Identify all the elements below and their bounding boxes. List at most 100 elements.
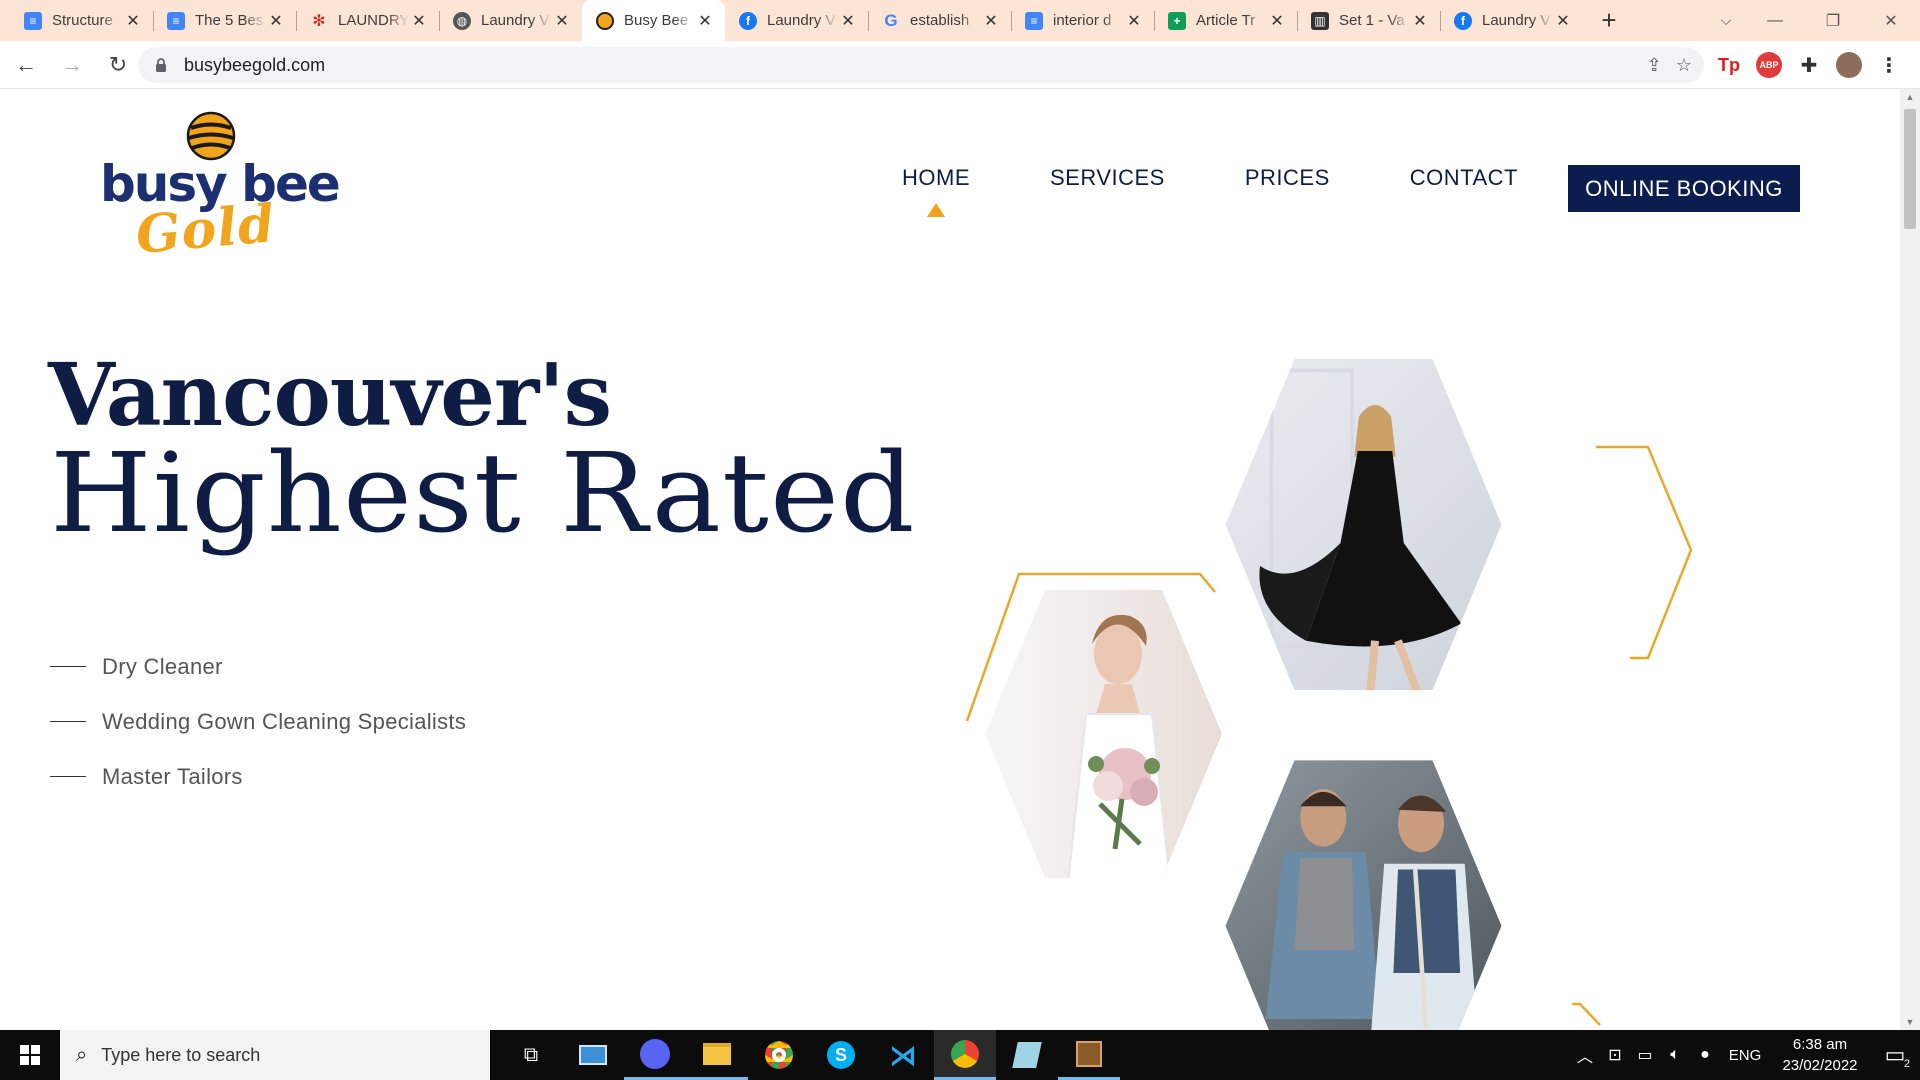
list-item: Master Tailors xyxy=(50,749,466,804)
task-view-icon[interactable]: ⧉ xyxy=(500,1044,562,1067)
tab-title: establish xyxy=(910,12,970,29)
close-icon[interactable]: ✕ xyxy=(1124,11,1144,31)
nav-services[interactable]: SERVICES xyxy=(1050,165,1165,191)
minimize-icon[interactable]: — xyxy=(1746,0,1804,41)
tab-laundry-facebook-2[interactable]: f Laundry V ✕ xyxy=(1440,0,1583,41)
puzzle-extensions-icon[interactable]: ✚ xyxy=(1796,52,1822,78)
tab-busy-bee[interactable]: Busy Bee ✕ xyxy=(582,0,725,41)
tab-establish[interactable]: G establish ✕ xyxy=(868,0,1011,41)
close-window-icon[interactable]: ✕ xyxy=(1862,0,1920,41)
google-sheets-icon: + xyxy=(1168,11,1186,30)
close-icon[interactable]: ✕ xyxy=(123,11,143,31)
hero-subtitle: Highest Rated xyxy=(50,429,916,557)
tab-structure[interactable]: ≡ Structure ✕ xyxy=(10,0,153,41)
close-icon[interactable]: ✕ xyxy=(552,11,572,31)
close-icon[interactable]: ✕ xyxy=(981,11,1001,31)
close-icon[interactable]: ✕ xyxy=(838,11,858,31)
yelp-icon: ✻ xyxy=(312,12,326,30)
page-scrollbar[interactable]: ▲ ▼ xyxy=(1900,89,1920,1030)
clock-date: 23/02/2022 xyxy=(1782,1057,1858,1074)
volume-icon[interactable]: 🔈︎ xyxy=(1660,1046,1690,1064)
tab-title: Laundry V xyxy=(767,12,836,29)
search-icon: ⌕ xyxy=(76,1043,88,1066)
bookmark-star-icon[interactable]: ☆ xyxy=(1676,55,1692,76)
nav-home[interactable]: HOME xyxy=(902,165,970,217)
google-docs-icon: ≡ xyxy=(1025,11,1043,30)
chrome-app-icon[interactable] xyxy=(748,1041,810,1069)
mail-app-icon[interactable] xyxy=(562,1045,624,1065)
network-icon[interactable]: ▭ xyxy=(1630,1045,1660,1065)
tab-laundry-yelp[interactable]: ✻ LAUNDRY ✕ xyxy=(296,0,439,41)
scrollbar-thumb[interactable] xyxy=(1904,109,1916,229)
notes-app-icon[interactable] xyxy=(996,1042,1058,1068)
notification-count: 2 xyxy=(1903,1058,1910,1070)
archive-app-icon[interactable] xyxy=(1058,1030,1120,1080)
scroll-up-icon[interactable]: ▲ xyxy=(1900,89,1920,105)
chrome-profile-app-icon[interactable] xyxy=(934,1030,996,1080)
tailor-fitting-photo xyxy=(1225,760,1502,1030)
close-icon[interactable]: ✕ xyxy=(266,11,286,31)
microphone-icon[interactable]: ● xyxy=(1690,1046,1720,1064)
nav-contact[interactable]: CONTACT xyxy=(1410,165,1518,191)
vscode-app-icon[interactable]: ⋊ xyxy=(872,1039,934,1072)
reload-icon[interactable]: ↻ xyxy=(98,45,138,85)
discord-app-icon[interactable] xyxy=(624,1030,686,1080)
main-nav: HOME SERVICES PRICES CONTACT xyxy=(902,165,1598,217)
tab-laundry-facebook[interactable]: f Laundry V ✕ xyxy=(725,0,868,41)
nav-prices[interactable]: PRICES xyxy=(1245,165,1330,191)
close-icon[interactable]: ✕ xyxy=(1553,11,1573,31)
tab-title: Laundry V xyxy=(1482,12,1551,29)
tp-extension-icon[interactable]: Tp xyxy=(1716,52,1742,78)
close-icon[interactable]: ✕ xyxy=(695,11,715,31)
back-arrow-icon[interactable]: ← xyxy=(6,45,46,85)
feature-text: Dry Cleaner xyxy=(102,653,223,679)
notification-center-icon[interactable]: ▭ 2 xyxy=(1870,1042,1920,1070)
tab-title: interior d xyxy=(1053,12,1112,29)
scroll-down-icon[interactable]: ▼ xyxy=(1900,1014,1920,1030)
tab-set-1[interactable]: ▥ Set 1 - Va ✕ xyxy=(1297,0,1440,41)
google-icon: G xyxy=(884,10,898,30)
new-tab-button[interactable]: + xyxy=(1589,0,1629,41)
tab-title: LAUNDRY xyxy=(338,12,409,29)
tab-title: Set 1 - Va xyxy=(1339,12,1405,29)
lock-icon[interactable] xyxy=(152,56,170,74)
share-icon[interactable]: ⇪ xyxy=(1647,55,1662,76)
clock-time: 6:38 am xyxy=(1792,1036,1848,1053)
web-page: busy bee Gold HOME SERVICES PRICES CONTA… xyxy=(0,89,1900,1030)
dash-icon xyxy=(50,665,86,668)
address-bar[interactable]: busybeegold.com ⇪ ☆ xyxy=(138,47,1704,83)
close-icon[interactable]: ✕ xyxy=(409,11,429,31)
dash-icon xyxy=(50,775,86,778)
kebab-menu-icon[interactable]: ⋮ xyxy=(1876,52,1902,78)
bee-ball-icon xyxy=(186,111,236,161)
browser-tab-strip: ≡ Structure ✕ ≡ The 5 Bes ✕ ✻ LAUNDRY ✕ … xyxy=(0,0,1920,41)
clock[interactable]: 6:38 am 23/02/2022 xyxy=(1770,1034,1870,1076)
skype-app-icon[interactable]: S xyxy=(810,1041,872,1069)
adblock-icon[interactable]: ABP xyxy=(1756,52,1782,78)
tray-app-icon[interactable]: ⊡ xyxy=(1600,1045,1630,1065)
tab-article-tracker[interactable]: + Article Tr ✕ xyxy=(1154,0,1297,41)
tab-title: Laundry V xyxy=(481,12,550,29)
google-docs-icon: ≡ xyxy=(24,11,42,30)
language-indicator[interactable]: ENG xyxy=(1720,1047,1770,1064)
file-explorer-icon[interactable] xyxy=(686,1030,748,1080)
forward-arrow-icon[interactable]: → xyxy=(52,45,92,85)
restore-icon[interactable]: ❐ xyxy=(1804,0,1862,41)
tab-search-chevron-icon[interactable]: ⌵ xyxy=(1706,0,1746,41)
tab-the-5-best[interactable]: ≡ The 5 Bes ✕ xyxy=(153,0,296,41)
tab-title: Busy Bee xyxy=(624,12,689,29)
url-text: busybeegold.com xyxy=(184,54,326,75)
site-logo[interactable]: busy bee Gold xyxy=(96,111,341,266)
windows-start-icon[interactable] xyxy=(0,1030,60,1080)
taskbar-search-box[interactable]: ⌕ Type here to search xyxy=(60,1030,490,1080)
tray-chevron-up-icon[interactable]: ︿ xyxy=(1570,1043,1600,1067)
tab-laundry-web[interactable]: ◍ Laundry V ✕ xyxy=(439,0,582,41)
online-booking-button[interactable]: ONLINE BOOKING xyxy=(1568,165,1800,212)
avatar[interactable] xyxy=(1836,52,1862,78)
close-icon[interactable]: ✕ xyxy=(1267,11,1287,31)
gold-hex-outline xyxy=(1572,1002,1601,1026)
system-tray: ︿ ⊡ ▭ 🔈︎ ● ENG 6:38 am 23/02/2022 ▭ 2 xyxy=(1570,1030,1920,1080)
taskbar: ⌕ Type here to search ⧉ S ⋊ ︿ ⊡ ▭ 🔈︎ ● E… xyxy=(0,1030,1920,1080)
close-icon[interactable]: ✕ xyxy=(1410,11,1430,31)
tab-interior[interactable]: ≡ interior d ✕ xyxy=(1011,0,1154,41)
